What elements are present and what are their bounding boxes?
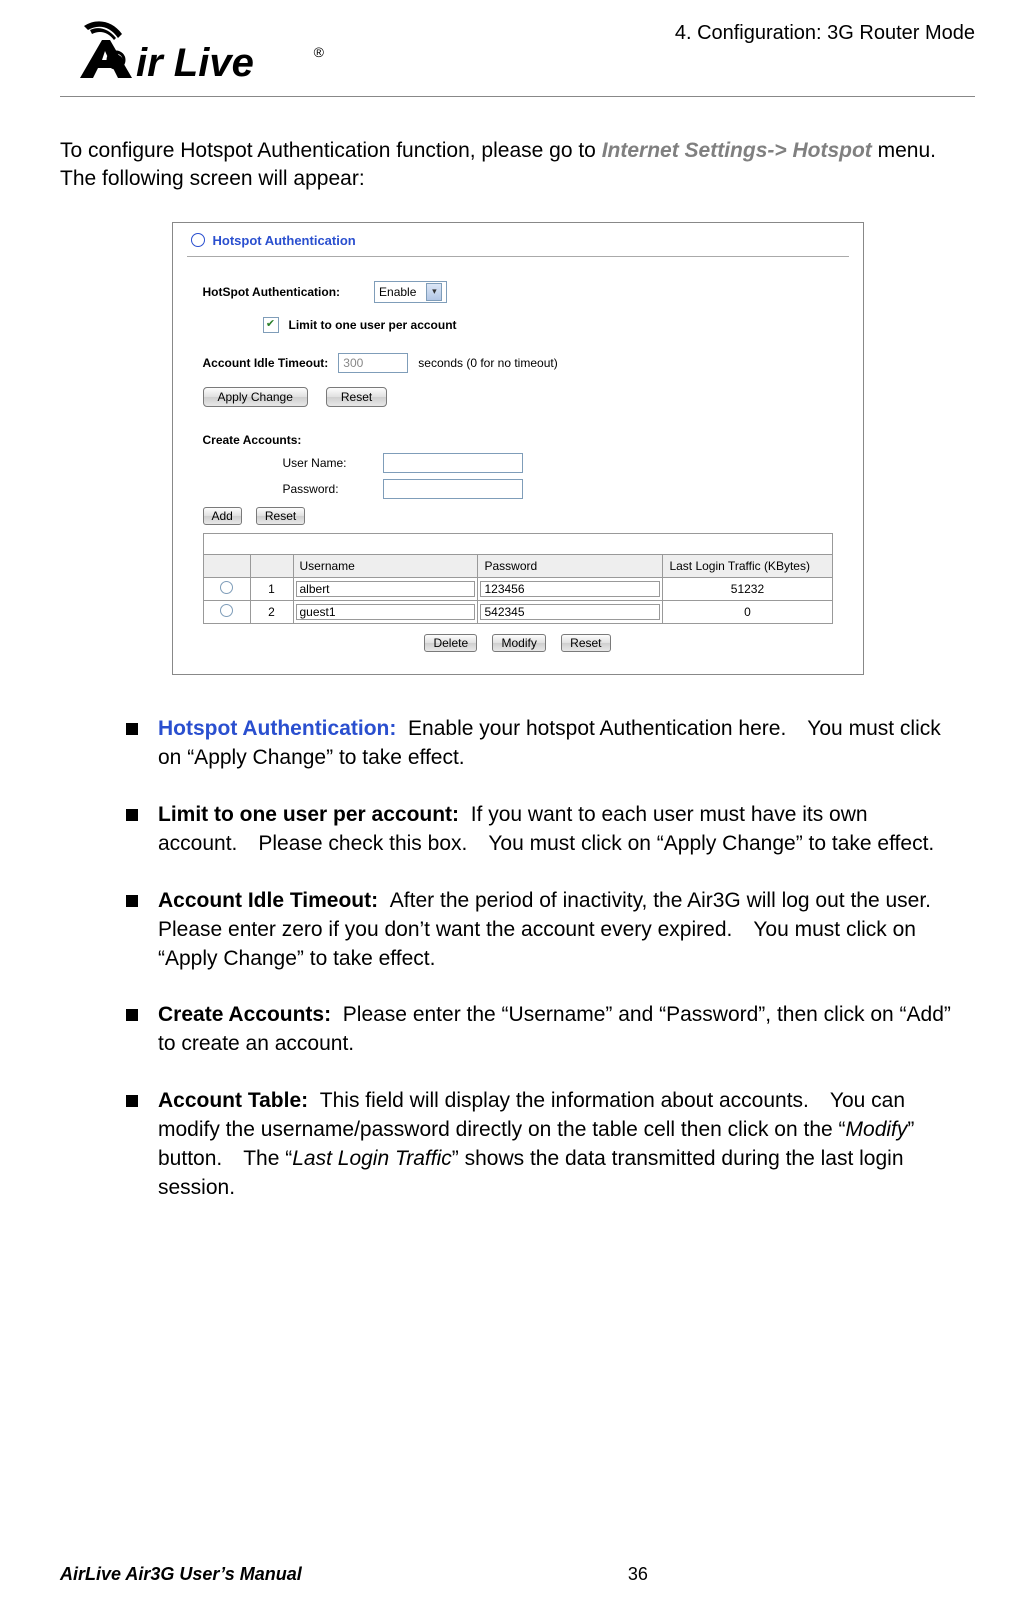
- reset-accounts-button[interactable]: Reset: [256, 507, 305, 525]
- account-table-title: Account Table: [203, 533, 832, 554]
- table-row: 2 0: [203, 600, 832, 623]
- panel-title-icon: [191, 233, 205, 247]
- chapter-title: 4. Configuration: 3G Router Mode: [675, 22, 975, 45]
- password-label: Password:: [283, 482, 373, 496]
- page-number: 36: [628, 1564, 648, 1585]
- col-index: [250, 554, 293, 577]
- reset-button[interactable]: Reset: [326, 387, 387, 407]
- hotspot-auth-select[interactable]: Enable ▾: [374, 281, 447, 303]
- add-button[interactable]: Add: [203, 507, 242, 525]
- svg-text:ir Live: ir Live: [136, 41, 254, 85]
- description-list: Hotspot Authentication: Enable your hots…: [66, 715, 969, 1204]
- table-row: 1 51232: [203, 577, 832, 600]
- panel-title: Hotspot Authentication: [173, 223, 863, 254]
- row-password-input[interactable]: [480, 581, 660, 597]
- hotspot-auth-label: HotSpot Authentication:: [203, 285, 341, 299]
- password-input[interactable]: [383, 479, 523, 499]
- delete-button[interactable]: Delete: [424, 634, 477, 652]
- col-username: Username: [293, 554, 478, 577]
- brand-logo: ir Live ®: [60, 20, 320, 90]
- apply-change-button[interactable]: Apply Change: [203, 387, 308, 407]
- registered-mark: ®: [314, 44, 324, 60]
- limit-label: Limit to one user per account: [289, 318, 457, 332]
- intro-paragraph: To configure Hotspot Authentication func…: [60, 137, 975, 194]
- idle-timeout-input[interactable]: 300: [338, 353, 408, 373]
- screenshot: Hotspot Authentication HotSpot Authentic…: [172, 222, 864, 675]
- menu-path: Internet Settings-> Hotspot: [602, 139, 872, 162]
- create-accounts-label: Create Accounts:: [203, 433, 302, 447]
- list-item: Account Table: This field will display t…: [126, 1087, 969, 1203]
- header-divider: [60, 96, 975, 97]
- idle-timeout-suffix: seconds (0 for no timeout): [418, 356, 557, 370]
- limit-checkbox[interactable]: ✔: [263, 317, 279, 333]
- col-select: [203, 554, 250, 577]
- row-password-input[interactable]: [480, 604, 660, 620]
- col-password: Password: [478, 554, 663, 577]
- list-item: Limit to one user per account: If you wa…: [126, 801, 969, 859]
- idle-timeout-label: Account Idle Timeout:: [203, 356, 329, 370]
- col-traffic: Last Login Traffic (KBytes): [663, 554, 832, 577]
- account-table: Account Table Username Password Last Log…: [203, 533, 833, 624]
- chevron-down-icon: ▾: [426, 283, 442, 301]
- row-radio[interactable]: [220, 581, 233, 594]
- manual-title: AirLive Air3G User’s Manual: [60, 1564, 302, 1585]
- list-item: Hotspot Authentication: Enable your hots…: [126, 715, 969, 773]
- page-footer: AirLive Air3G User’s Manual 36: [60, 1564, 975, 1585]
- row-username-input[interactable]: [296, 604, 476, 620]
- username-label: User Name:: [283, 456, 373, 470]
- username-input[interactable]: [383, 453, 523, 473]
- modify-button[interactable]: Modify: [492, 634, 545, 652]
- row-radio[interactable]: [220, 604, 233, 617]
- list-item: Create Accounts: Please enter the “Usern…: [126, 1001, 969, 1059]
- row-username-input[interactable]: [296, 581, 476, 597]
- table-reset-button[interactable]: Reset: [561, 634, 610, 652]
- list-item: Account Idle Timeout: After the period o…: [126, 887, 969, 974]
